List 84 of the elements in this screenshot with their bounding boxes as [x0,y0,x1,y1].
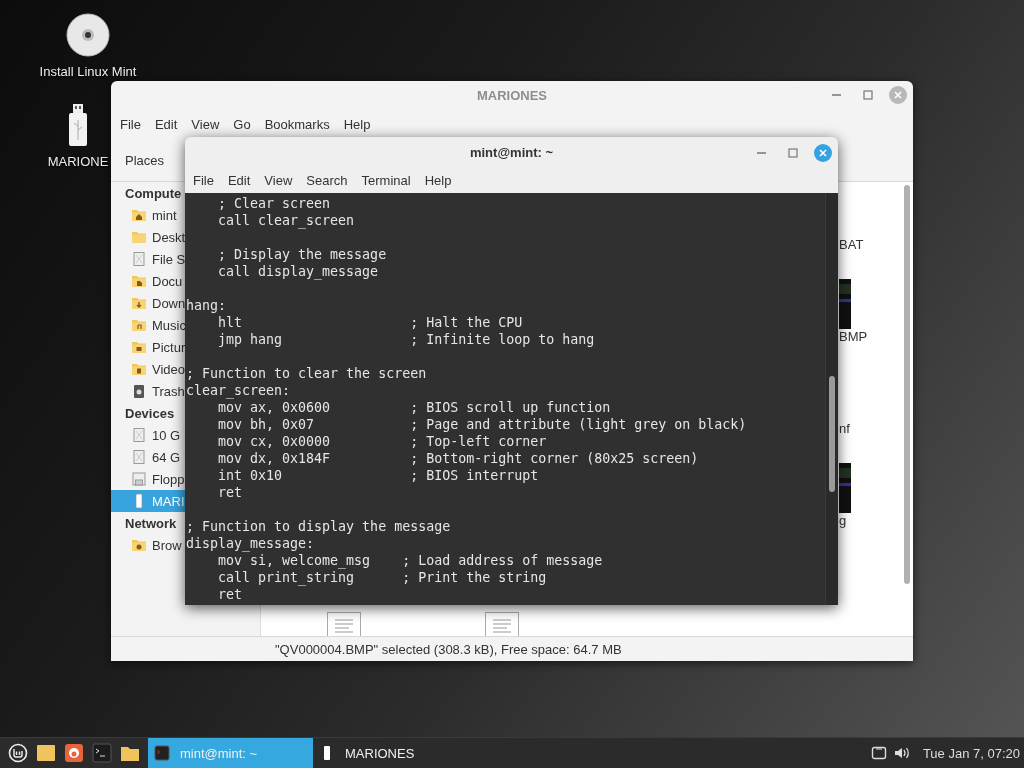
file-name[interactable]: g [839,513,899,528]
sidebar-item-label: Video [152,361,185,377]
menu-item[interactable]: View [257,173,300,188]
window-title: MARIONES [476,87,548,103]
terminal-icon [154,745,170,761]
sidebar-item-label: Music [152,317,186,333]
sidebar-item-label: Docu [152,273,183,289]
menu-item[interactable]: File [113,116,148,132]
display-icon[interactable] [870,745,887,761]
minimize-icon [831,94,841,96]
sidebar-item[interactable]: mint [111,204,185,226]
sidebar-item-label: Brow [152,537,182,553]
sidebar-item-label: Trash [152,383,185,399]
sidebar-item-label: Pictur [152,339,186,355]
videos-folder-icon [131,361,147,377]
browser-icon [64,743,84,763]
sidebar-item-label: MARI [152,493,185,509]
folder-icon [36,743,56,763]
scrollbar-thumb[interactable] [829,376,835,492]
sidebar-item-label: mint [152,207,177,223]
file-name[interactable]: nf [839,421,899,436]
scrollbar-thumb[interactable] [904,185,910,584]
clock[interactable]: Tue Jan 7, 07:20 [922,745,1020,761]
sidebar-item-label: File S [152,251,186,267]
sidebar-item[interactable]: Brow [111,534,185,556]
sidebar-item[interactable]: 64 G [111,446,185,468]
pictures-folder-icon [131,339,147,355]
close-button[interactable] [814,143,832,162]
menu-item[interactable]: Go [226,116,258,132]
terminal-icon [92,743,112,763]
menu-item[interactable]: Bookmarks [257,116,337,132]
sidebar-item[interactable]: Video [111,358,185,380]
sidebar-item-label: Down [152,295,186,311]
sidebar-section-title: Compute [125,184,182,203]
floppy-icon [131,471,147,487]
menu-item[interactable]: View [184,116,227,132]
status-text: "QV000004.BMP" selected (308.3 kB), Free space: 64.7 MB [275,641,622,657]
desktop-icon-label[interactable]: Install Linux Mint [39,64,137,79]
drive-icon [131,251,147,267]
usb-drive-icon[interactable] [66,102,90,148]
sidebar-item[interactable]: Trash [111,380,185,402]
sidebar-item[interactable]: Docu [111,270,185,292]
desktop-icon-label[interactable]: MARIONE [47,154,109,169]
menu-item[interactable]: Search [299,173,355,188]
sidebar-section-title: Network [125,514,177,533]
window-title: mint@mint: ~ [469,145,554,160]
mint-logo-icon [8,743,28,763]
sidebar-item[interactable]: Pictur [111,336,185,358]
downloads-folder-icon [131,295,147,311]
home-folder-icon [131,207,147,223]
sidebar-section-title: Devices [125,404,175,423]
sidebar-item-label: Flopp [152,471,185,487]
documents-folder-icon [131,273,147,289]
network-folder-icon [131,537,147,553]
minimize-icon [756,151,766,154]
menu-item[interactable]: Edit [147,116,185,132]
menu-item[interactable]: File [186,173,221,188]
sidebar-item-label: 10 G [152,427,181,443]
volume-icon[interactable] [892,745,911,761]
taskbar-window-button[interactable]: MARIONES [313,738,478,768]
file-name[interactable]: BAT [839,237,899,252]
maximize-icon [788,147,798,158]
menu-item[interactable]: Help [336,116,378,132]
maximize-icon [863,90,873,100]
file-name[interactable]: BMP [839,329,899,344]
disc-icon[interactable] [65,12,111,58]
sidebar-item[interactable]: Deskt [111,226,185,248]
sidebar-item[interactable]: Down [111,292,185,314]
menu-item[interactable]: Terminal [354,173,418,188]
close-icon [819,148,827,157]
sidebar-item[interactable]: 10 G [111,424,185,446]
trash-icon [131,383,147,399]
close-icon [894,91,902,99]
sidebar-item[interactable]: Flopp [111,468,185,490]
sidebar-item-label: 64 G [152,449,181,465]
terminal-output: ; Clear screen call clear_screen ; Display the message call display_message hang: hlt ; Halt the CPU jmp hang ; Infinite loop to hang ; Function to clear the screen clear_screen: mov ax, 0x0600 ; BIOS scroll up function mov bh, 0x07 ; Page and attribute (light grey on black) mov cx, 0x0000 ; Top-left corner mov dx, 0x184F ; Bottom-right corner (80x25 screen) int 0x10 ; BIOS interrupt ret ; Function to display the message display_message: mov si, welcome_msg ; Load address of message call print_string ; Print the string ret [185,195,748,604]
music-folder-icon [131,317,147,333]
sidebar-item[interactable]: File S [111,248,185,270]
places-dropdown[interactable]: Places [115,146,175,174]
sidebar-item[interactable]: Music [111,314,185,336]
menu-item[interactable]: Help [417,173,459,188]
menu-item[interactable]: Edit [220,173,258,188]
folder-icon [131,229,147,245]
sidebar-item-label: Deskt [152,229,186,245]
